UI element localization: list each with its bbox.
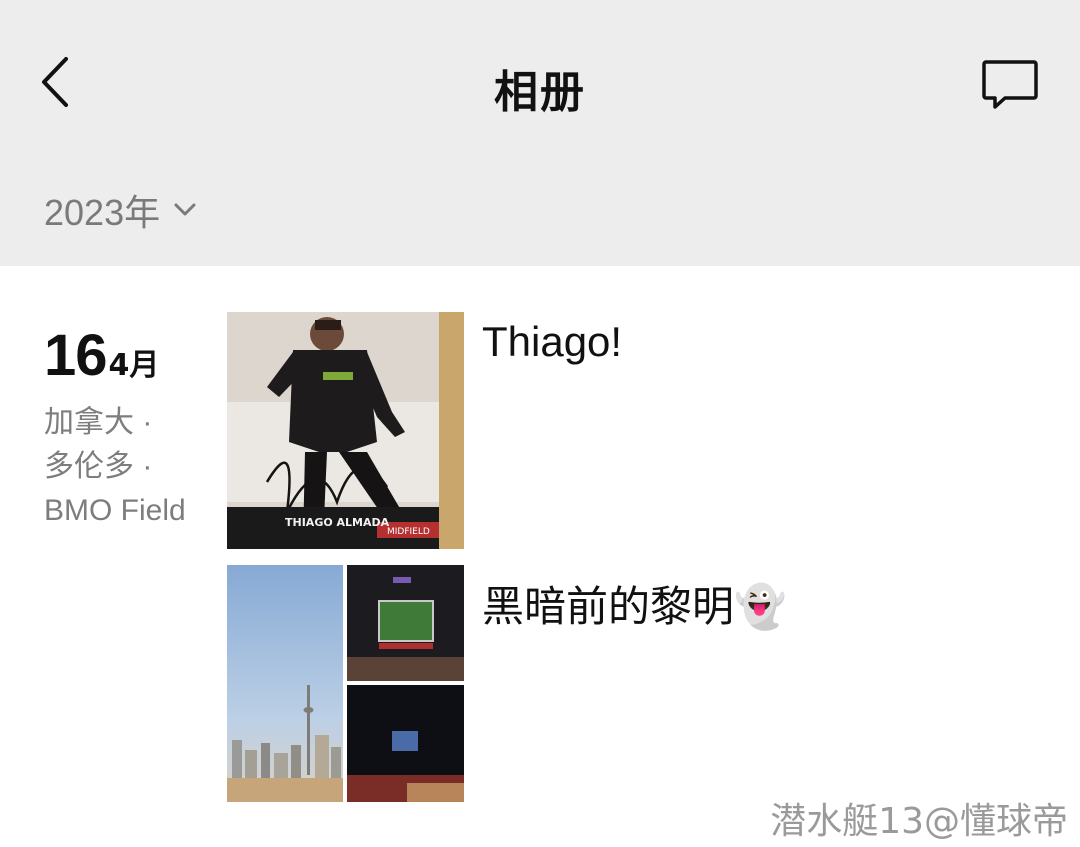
year-selector[interactable]: 2023年: [44, 184, 196, 236]
post-caption-2[interactable]: 黑暗前的黎明👻: [482, 573, 786, 634]
night-stadium-photo: [347, 685, 464, 802]
post-thumbnail-collage[interactable]: [227, 565, 464, 802]
entry-month: 4月: [108, 348, 160, 383]
location-city: 多伦多 ·: [44, 450, 153, 483]
post-thumbnail-card[interactable]: THIAGO ALMADA MIDFIELD: [227, 312, 464, 549]
signed-card-image: THIAGO ALMADA MIDFIELD: [227, 312, 464, 549]
message-bubble-icon: [982, 60, 1038, 109]
card-player-name: THIAGO ALMADA: [285, 516, 390, 529]
top-bar: 相册 2023年: [0, 0, 1080, 266]
year-label: 2023年: [44, 192, 161, 233]
skyline-photo: [227, 565, 343, 802]
entry-location: 加拿大 · 多伦多 · BMO Field: [44, 401, 214, 533]
page-title: 相册: [494, 67, 586, 118]
entry-date: 16 4月: [44, 322, 214, 389]
watermark: 潜水艇13@懂球帝: [770, 801, 1068, 842]
messages-button[interactable]: [980, 56, 1040, 112]
chevron-down-icon: [174, 203, 196, 217]
location-country: 加拿大 ·: [44, 406, 153, 439]
location-venue: BMO Field: [44, 494, 186, 527]
stadium-screen-photo: [347, 565, 464, 681]
post-caption-1[interactable]: Thiago!: [482, 318, 622, 366]
card-position-badge: MIDFIELD: [387, 527, 430, 537]
entry-date-column: 16 4月 加拿大 · 多伦多 · BMO Field: [44, 322, 214, 533]
entry-day: 16: [44, 323, 108, 388]
